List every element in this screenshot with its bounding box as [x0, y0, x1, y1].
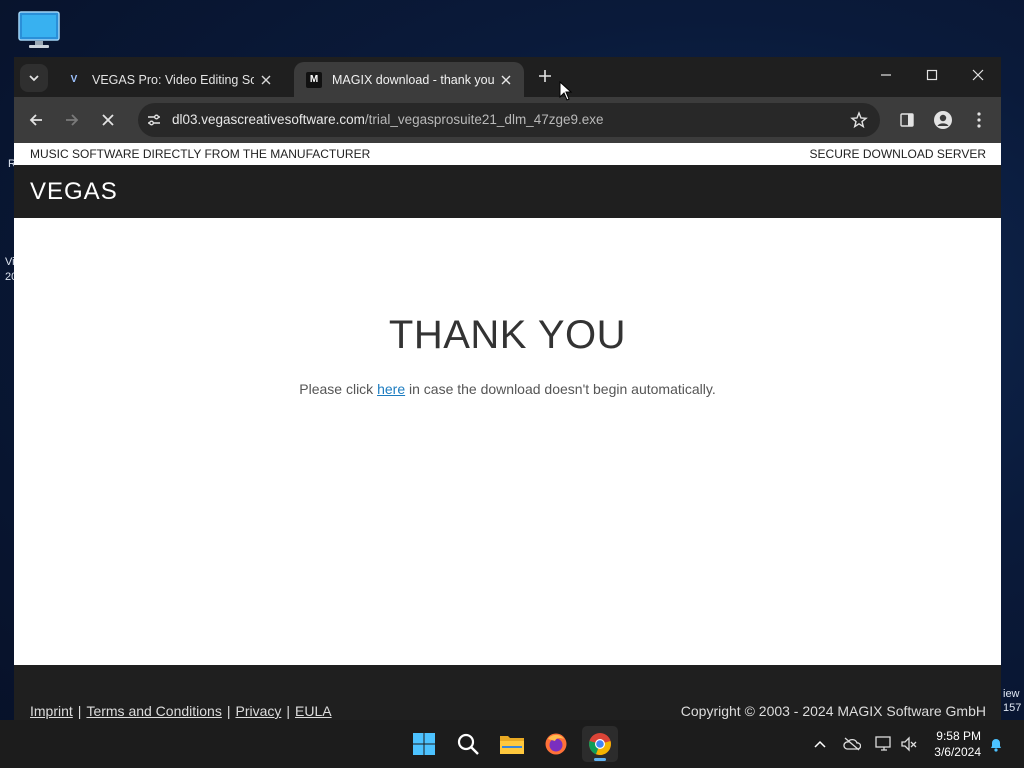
chevron-down-icon	[29, 75, 39, 82]
message-text: in case the download doesn't begin autom…	[405, 381, 716, 397]
close-window-button[interactable]	[955, 57, 1001, 93]
back-button[interactable]	[22, 106, 50, 134]
close-icon	[972, 69, 984, 81]
manufacturer-tagline: MUSIC SOFTWARE DIRECTLY FROM THE MANUFAC…	[30, 147, 371, 161]
tab-vegas-pro[interactable]: V VEGAS Pro: Video Editing Softw	[54, 62, 284, 97]
download-message: Please click here in case the download d…	[14, 381, 1001, 397]
taskbar: 9:58 PM 3/6/2024	[0, 720, 1024, 768]
desktop-fragment: iew	[1003, 688, 1020, 700]
top-strip: MUSIC SOFTWARE DIRECTLY FROM THE MANUFAC…	[14, 143, 1001, 165]
site-info-icon[interactable]	[146, 112, 162, 133]
vegas-favicon-icon: V	[70, 74, 78, 85]
vegas-logo[interactable]: VEGAS	[30, 178, 118, 206]
page-footer: Imprint | Terms and Conditions | Privacy | EUL…	[14, 665, 1001, 720]
bookmark-star-icon[interactable]	[850, 111, 868, 134]
close-icon	[102, 114, 114, 126]
browser-toolbar: dl03.vegascreativesoftware.com/trial_veg…	[14, 97, 1001, 143]
active-indicator	[594, 758, 606, 761]
firefox-icon	[545, 733, 567, 755]
privacy-link[interactable]: Privacy	[235, 703, 281, 719]
desktop-fragment: 157	[1003, 702, 1022, 714]
download-here-link[interactable]: here	[377, 381, 405, 397]
separator: |	[226, 703, 231, 719]
separator: |	[286, 703, 291, 719]
profile-button[interactable]	[929, 106, 957, 134]
mouse-cursor-icon	[559, 80, 573, 106]
folder-icon	[500, 736, 524, 754]
url-path: /trial_vegasprosuite21_dlm_47zge9.exe	[364, 112, 604, 127]
notification-bell-icon[interactable]	[986, 734, 1006, 754]
terms-link[interactable]: Terms and Conditions	[86, 703, 221, 719]
menu-button[interactable]	[965, 106, 993, 134]
windows-start-icon	[413, 733, 435, 755]
url-host: dl03.vegascreativesoftware.com	[172, 112, 365, 127]
thank-you-heading: THANK YOU	[388, 313, 627, 357]
magix-favicon-icon: M	[306, 71, 322, 88]
clock-date: 3/6/2024	[934, 745, 981, 759]
close-tab-icon[interactable]	[494, 68, 518, 92]
imprint-link[interactable]: Imprint	[30, 703, 73, 719]
arrow-left-icon	[29, 114, 42, 126]
eula-link[interactable]: EULA	[295, 703, 332, 719]
arrow-right-icon	[66, 114, 79, 126]
profile-icon	[934, 111, 952, 129]
onedrive-tray-icon[interactable]	[842, 734, 862, 754]
volume-muted-icon[interactable]	[899, 734, 919, 754]
chrome-icon	[589, 733, 611, 756]
secure-server-label: SECURE DOWNLOAD SERVER	[809, 147, 986, 161]
plus-icon	[539, 70, 551, 82]
url-text: dl03.vegascreativesoftware.com/trial_veg…	[172, 112, 604, 127]
taskbar-clock[interactable]: 9:58 PM 3/6/2024	[926, 728, 981, 760]
maximize-button[interactable]	[909, 57, 955, 93]
start-button[interactable]	[406, 726, 442, 762]
search-icon	[457, 733, 479, 755]
copyright-text: Copyright © 2003 - 2024 MAGIX Software G…	[680, 703, 986, 719]
tab-search-button[interactable]	[20, 64, 48, 92]
brand-header: VEGAS	[14, 165, 1001, 218]
show-hidden-icons-button[interactable]	[810, 734, 830, 754]
tab-bar: V VEGAS Pro: Video Editing Softw M MAGIX…	[14, 57, 1001, 97]
search-button[interactable]	[450, 726, 486, 762]
maximize-icon	[926, 69, 938, 81]
kebab-menu-icon	[977, 112, 981, 128]
side-panel-icon	[900, 113, 914, 127]
tab-title: MAGIX download - thank you	[332, 72, 494, 87]
minimize-icon	[881, 74, 891, 76]
clock-time: 9:58 PM	[936, 729, 981, 743]
stop-loading-button[interactable]	[94, 106, 122, 134]
chrome-button[interactable]	[582, 726, 618, 762]
separator: |	[77, 703, 82, 719]
forward-button[interactable]	[58, 106, 86, 134]
side-panel-button[interactable]	[893, 106, 921, 134]
web-page: MUSIC SOFTWARE DIRECTLY FROM THE MANUFAC…	[14, 143, 1001, 720]
new-tab-button[interactable]	[534, 65, 556, 87]
tab-title: VEGAS Pro: Video Editing Softw	[92, 72, 254, 87]
address-bar[interactable]: dl03.vegascreativesoftware.com/trial_veg…	[138, 103, 880, 137]
message-text: Please click	[299, 381, 378, 397]
chevron-up-icon	[814, 740, 826, 748]
file-explorer-button[interactable]	[494, 726, 530, 762]
footer-links: Imprint | Terms and Conditions | Privacy | EUL…	[30, 703, 332, 719]
minimize-button[interactable]	[863, 57, 909, 93]
network-tray-icon[interactable]	[874, 734, 894, 754]
close-tab-icon[interactable]	[254, 68, 278, 92]
browser-window: V VEGAS Pro: Video Editing Softw M MAGIX…	[14, 57, 1001, 720]
firefox-button[interactable]	[538, 726, 574, 762]
tab-magix-download[interactable]: M MAGIX download - thank you	[294, 62, 524, 97]
computer-desktop-icon[interactable]	[16, 10, 62, 50]
